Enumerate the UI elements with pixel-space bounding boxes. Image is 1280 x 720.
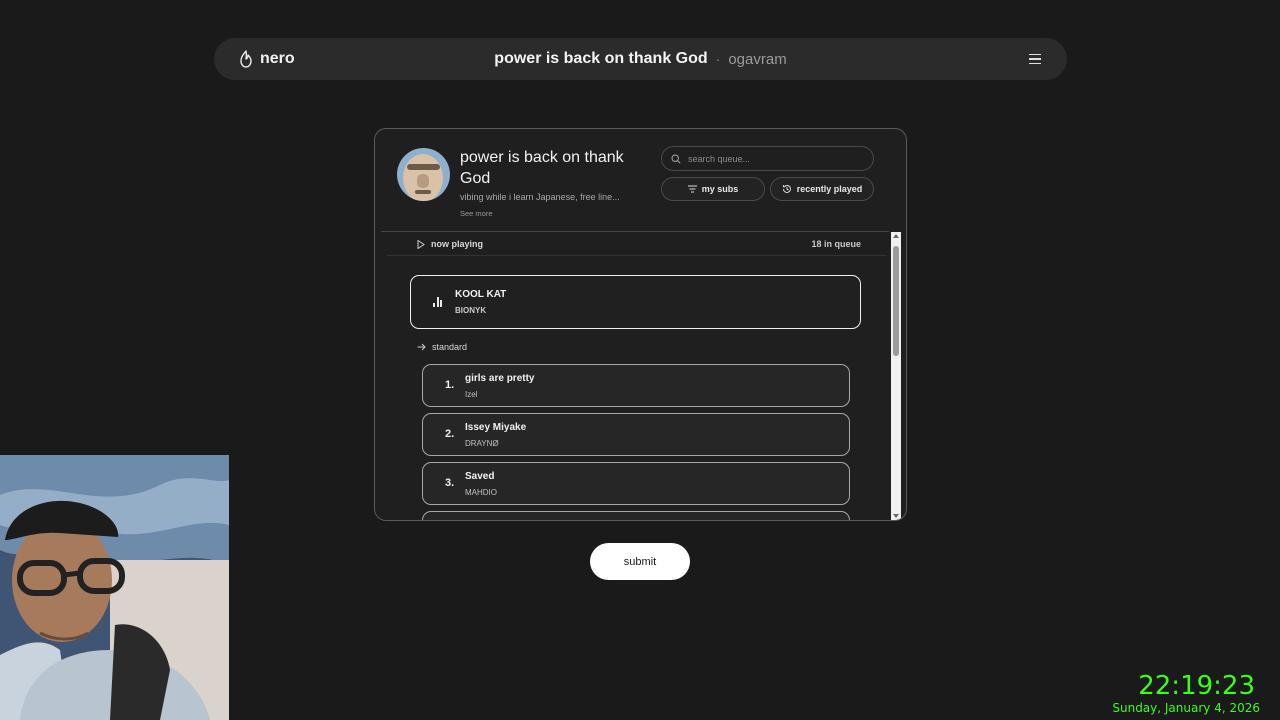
queue-item-partial[interactable] <box>422 511 850 520</box>
top-nav-bar: nero power is back on thank God · ogavra… <box>214 38 1067 80</box>
brand-name: nero <box>260 50 295 67</box>
queue-item-artist: MAHDIO <box>465 488 497 497</box>
submit-button[interactable]: submit <box>590 543 690 580</box>
queue-item-number: 2. <box>445 428 455 440</box>
scroll-up-arrow-icon[interactable] <box>893 234 899 238</box>
track-artist: BIONYK <box>455 306 487 315</box>
queue-item-number: 1. <box>445 379 455 391</box>
search-queue[interactable] <box>661 146 874 171</box>
scroll-thumb[interactable] <box>893 246 899 356</box>
see-more-link[interactable]: See more <box>460 209 493 218</box>
equalizer-icon <box>433 297 442 307</box>
queue-item-artist: DRAYNØ <box>465 439 499 448</box>
queue-scrollbar[interactable] <box>891 232 901 520</box>
title-separator: · <box>715 51 721 67</box>
divider <box>387 255 887 256</box>
room-avatar <box>397 148 450 201</box>
queue-item-number: 3. <box>445 477 455 489</box>
arrow-right-icon <box>417 343 426 351</box>
queue-item-title: Issey Miyake <box>465 422 527 433</box>
room-title: power is back on thank God <box>460 149 624 187</box>
scroll-down-arrow-icon[interactable] <box>893 514 899 518</box>
hamburger-menu-icon[interactable] <box>1025 49 1045 69</box>
now-playing-header: now playing 18 in queue <box>375 233 889 255</box>
divider <box>381 231 889 232</box>
queue-item-title: Saved <box>465 471 495 482</box>
queue-item[interactable]: 3. Saved MAHDIO <box>422 462 850 505</box>
queue-section-standard: standard <box>417 342 467 352</box>
queue-item[interactable]: 2. Issey Miyake DRAYNØ <box>422 413 850 456</box>
clock-time: 22:19:23 <box>1138 671 1255 701</box>
queue-item[interactable]: 1. girls are pretty Izel <box>422 364 850 407</box>
now-playing-track[interactable]: KOOL KAT BIONYK <box>410 275 861 329</box>
webcam-overlay <box>0 455 229 720</box>
flame-logo-icon <box>240 50 252 68</box>
queue-item-artist: Izel <box>465 390 478 399</box>
queue-item-title: girls are pretty <box>465 373 535 384</box>
search-icon <box>671 154 681 164</box>
my-subs-button[interactable]: my subs <box>661 177 765 201</box>
room-title-header: power is back on thank God <box>494 50 708 67</box>
room-description: vibing while i learn Japanese, free line… <box>460 192 620 202</box>
filter-icon <box>687 185 697 193</box>
track-title: KOOL KAT <box>455 289 507 300</box>
brand[interactable]: nero <box>238 38 295 80</box>
history-icon <box>782 184 791 193</box>
queue-count: 18 in queue <box>811 239 861 249</box>
search-queue-input[interactable] <box>688 147 868 170</box>
host-username: ogavram <box>728 50 787 68</box>
section-label: standard <box>432 342 468 352</box>
clock-date: Sunday, January 4, 2026 <box>1112 701 1260 715</box>
recently-played-label: recently played <box>796 184 863 194</box>
play-icon <box>417 239 425 249</box>
room-card: power is back on thank God vibing while … <box>374 128 907 521</box>
recently-played-button[interactable]: recently played <box>770 177 874 201</box>
now-playing-label: now playing <box>431 239 484 249</box>
my-subs-label: my subs <box>701 184 739 194</box>
